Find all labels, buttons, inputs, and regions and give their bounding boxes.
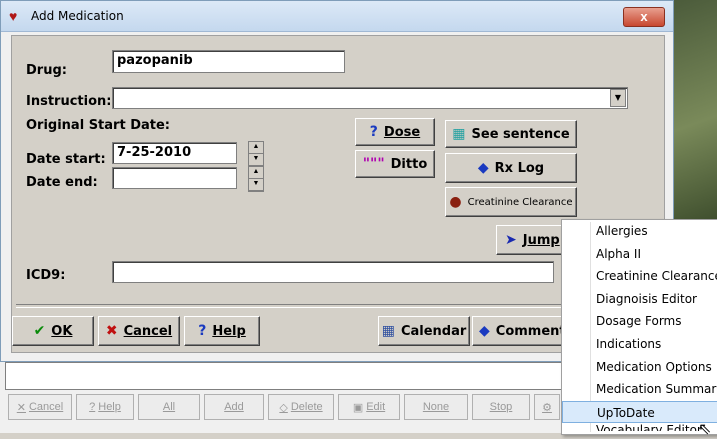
- menu-item-allergies[interactable]: Allergies: [562, 220, 717, 243]
- calendar-icon: ▦: [381, 323, 395, 339]
- diamond-icon: ◇: [279, 401, 288, 414]
- rx-log-button[interactable]: ◆ Rx Log: [445, 153, 577, 183]
- menu-item-dosage-forms[interactable]: Dosage Forms: [562, 310, 717, 333]
- dose-icon: ?: [369, 124, 378, 140]
- question-icon: ?: [198, 323, 207, 339]
- help-button[interactable]: ? Help: [184, 316, 260, 346]
- spin-down-icon[interactable]: ▼: [249, 179, 263, 191]
- instruction-combo[interactable]: ▼: [112, 87, 628, 109]
- calendar-button[interactable]: ▦ Calendar: [378, 316, 470, 346]
- toolbar-all-button[interactable]: All: [138, 394, 200, 420]
- toolbar-delete-button[interactable]: ◇ Delete: [268, 394, 334, 420]
- ditto-icon: """: [362, 156, 385, 172]
- creatinine-clearance-button[interactable]: ● Creatinine Clearance: [445, 187, 577, 217]
- menu-item-diagnosis-editor[interactable]: Diagnoisis Editor: [562, 288, 717, 311]
- grid-icon: ▦: [452, 126, 466, 142]
- title-bar: ♥ Add Medication x: [1, 1, 673, 32]
- date-end-label: Date end:: [26, 175, 98, 190]
- mouse-cursor-icon: ⇖: [698, 421, 712, 438]
- drug-field[interactable]: pazopanib: [112, 50, 345, 73]
- comment-icon: ◆: [479, 323, 490, 339]
- drug-label: Drug:: [26, 63, 67, 78]
- kidney-icon: ●: [449, 194, 462, 210]
- window-title: Add Medication: [31, 9, 124, 23]
- date-start-label: Date start:: [26, 152, 106, 167]
- toolbar-none-button[interactable]: None: [404, 394, 468, 420]
- cancel-button[interactable]: ✖ Cancel: [98, 316, 180, 346]
- toolbar-edit-button[interactable]: ▣ Edit: [338, 394, 400, 420]
- toolbar-help-button[interactable]: ? Help: [76, 394, 134, 420]
- spin-up-icon[interactable]: ▲: [249, 142, 263, 154]
- x-icon: ✖: [105, 323, 118, 339]
- x-icon: ✕: [16, 401, 26, 414]
- spin-up-icon[interactable]: ▲: [249, 167, 263, 179]
- ok-button[interactable]: ✔ OK: [12, 316, 94, 346]
- menu-item-indications[interactable]: Indications: [562, 333, 717, 356]
- menu-item-medication-summary[interactable]: Medication Summary: [562, 378, 717, 401]
- question-icon: ?: [89, 401, 96, 413]
- spin-down-icon[interactable]: ▼: [249, 154, 263, 166]
- see-sentence-button[interactable]: ▦ See sentence: [445, 120, 577, 148]
- toolbar-wrench-button[interactable]: ⚙: [534, 394, 560, 420]
- date-end-spinner[interactable]: ▲ ▼: [248, 166, 264, 192]
- date-end-field[interactable]: [112, 167, 237, 189]
- arrow-right-icon: ➤: [505, 232, 517, 248]
- dose-button[interactable]: ? Dose: [355, 118, 435, 146]
- toolbar-cancel-button[interactable]: ✕ Cancel: [8, 394, 72, 420]
- comment-button[interactable]: ◆ Comment: [472, 316, 568, 346]
- heart-app-icon: ♥: [9, 8, 18, 24]
- date-start-field[interactable]: 7-25-2010: [112, 142, 237, 164]
- menu-item-uptodate[interactable]: UpToDate: [562, 400, 717, 424]
- chevron-down-icon[interactable]: ▼: [610, 89, 626, 107]
- icd9-combo[interactable]: [112, 261, 554, 283]
- menu-item-alpha-ii[interactable]: Alpha II: [562, 243, 717, 266]
- icd9-label: ICD9:: [26, 268, 66, 283]
- menu-item-medication-options[interactable]: Medication Options: [562, 356, 717, 379]
- menu-item-vocabulary-editor[interactable]: Vocabulary Editor: [562, 423, 717, 431]
- menu-item-creatinine-clearance[interactable]: Creatinine Clearance: [562, 265, 717, 288]
- ditto-button[interactable]: """ Ditto: [355, 150, 435, 178]
- edit-icon: ▣: [352, 401, 364, 414]
- jump-dropdown-menu: Allergies Alpha II Creatinine Clearance …: [561, 219, 717, 435]
- pill-icon: ◆: [477, 160, 489, 176]
- checkmark-icon: ✔: [33, 323, 46, 339]
- original-start-label: Original Start Date:: [26, 118, 170, 133]
- toolbar-add-button[interactable]: Add: [204, 394, 264, 420]
- date-start-spinner[interactable]: ▲ ▼: [248, 141, 264, 167]
- toolbar-stop-button[interactable]: Stop: [472, 394, 530, 420]
- close-button[interactable]: x: [623, 7, 665, 27]
- instruction-label: Instruction:: [26, 94, 112, 109]
- wrench-icon: ⚙: [542, 401, 552, 414]
